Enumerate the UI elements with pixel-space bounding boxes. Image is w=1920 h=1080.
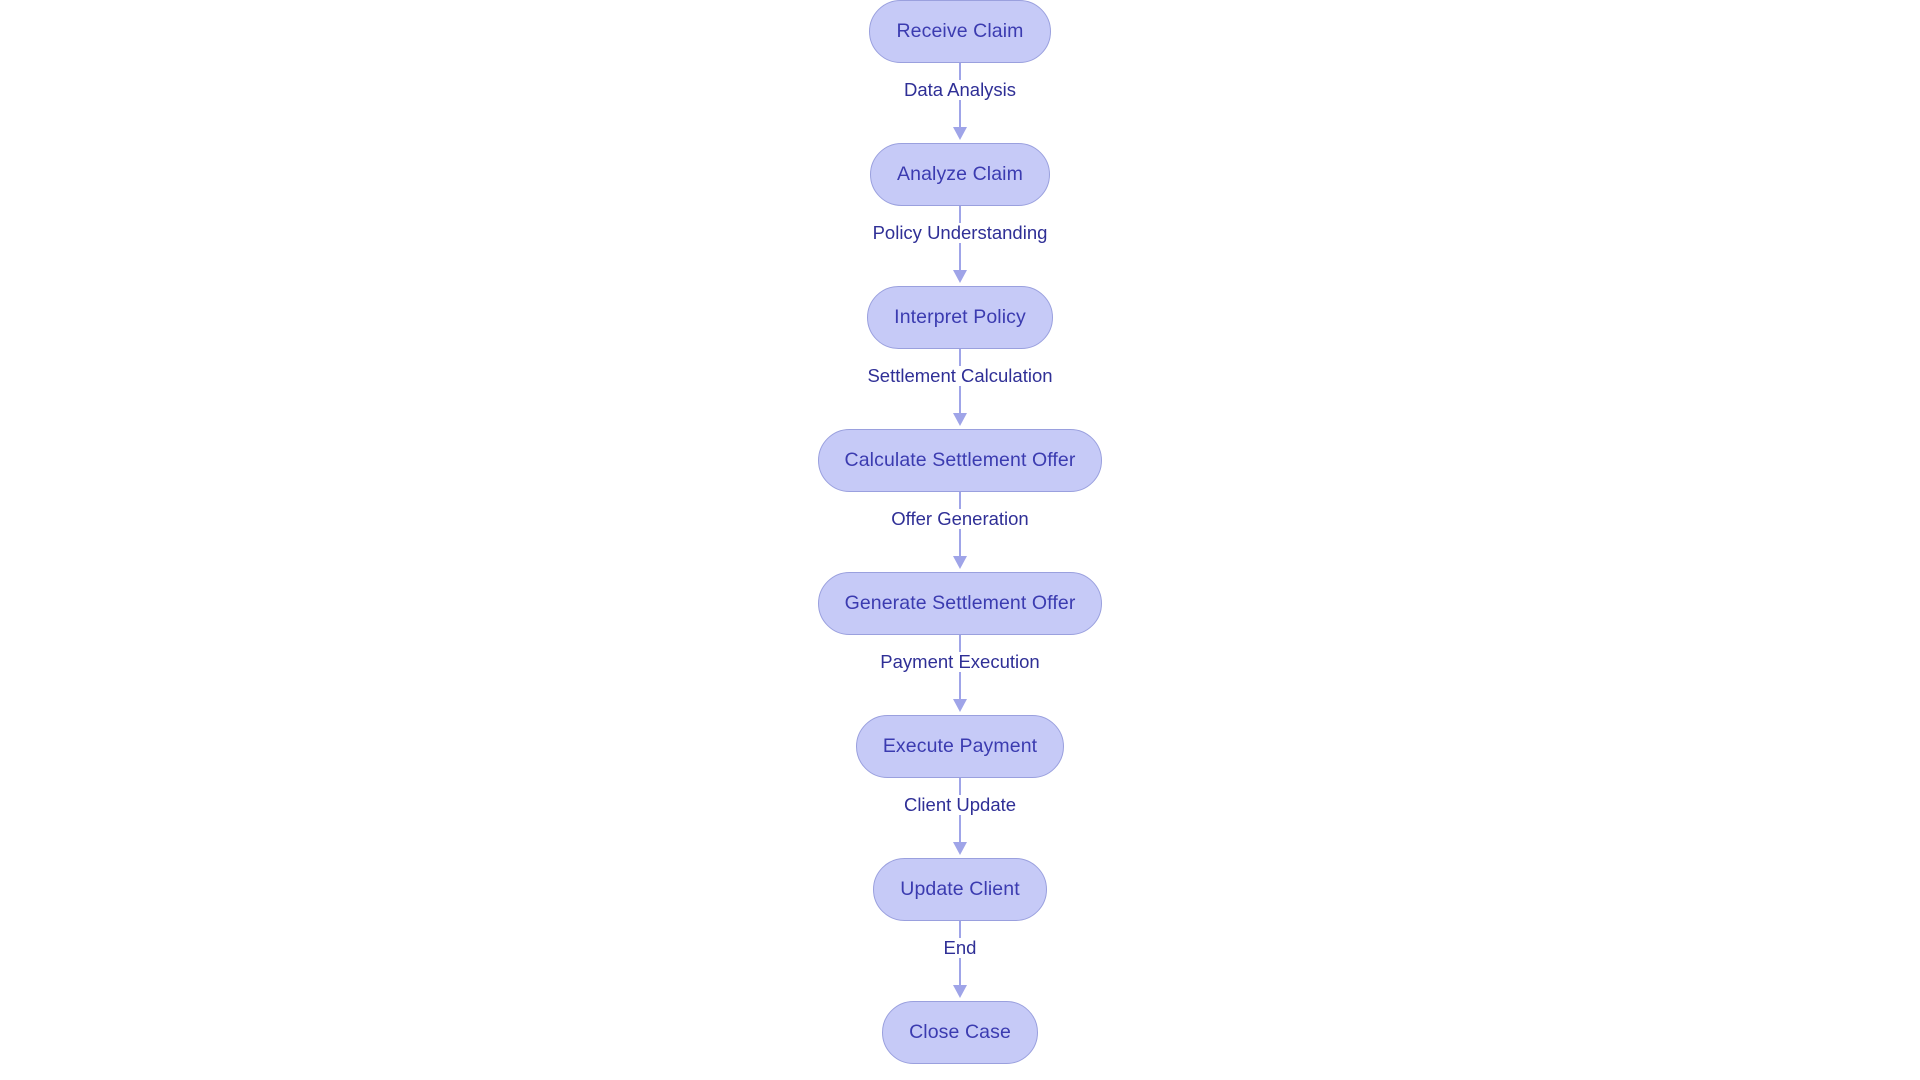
flow-edge-update-client-to-close-case: End	[800, 921, 1120, 1001]
flow-node-execute-payment[interactable]: Execute Payment	[855, 715, 1065, 778]
flow-node-label: Execute Payment	[882, 734, 1038, 757]
arrow-down-icon	[953, 985, 967, 998]
flow-edge-execute-payment-to-update-client: Client Update	[800, 778, 1120, 858]
flow-edge-analyze-claim-to-interpret-policy: Policy Understanding	[800, 206, 1120, 286]
edge-label: Payment Execution	[873, 651, 1047, 673]
flow-node-label: Generate Settlement Offer	[844, 591, 1076, 614]
edge-label: Offer Generation	[884, 508, 1036, 530]
flow-node-interpret-policy[interactable]: Interpret Policy	[867, 286, 1053, 349]
flow-node-label: Calculate Settlement Offer	[844, 448, 1076, 471]
flow-node-receive-claim[interactable]: Receive Claim	[869, 0, 1051, 63]
flow-node-generate-settlement-offer[interactable]: Generate Settlement Offer	[817, 572, 1103, 635]
arrow-down-icon	[953, 127, 967, 140]
flow-node-analyze-claim[interactable]: Analyze Claim	[870, 143, 1050, 206]
flowchart-canvas: Receive Claim Data Analysis Analyze Clai…	[0, 0, 1920, 1080]
flow-edge-receive-claim-to-analyze-claim: Data Analysis	[800, 63, 1120, 143]
flow-node-calculate-settlement-offer[interactable]: Calculate Settlement Offer	[817, 429, 1103, 492]
edge-label: Data Analysis	[896, 79, 1024, 101]
arrow-down-icon	[953, 413, 967, 426]
flowchart-node-column: Receive Claim Data Analysis Analyze Clai…	[0, 0, 1920, 1080]
flow-edge-calculate-settlement-offer-to-generate-settlement-offer: Offer Generation	[800, 492, 1120, 572]
flow-edge-generate-settlement-offer-to-execute-payment: Payment Execution	[800, 635, 1120, 715]
flow-edge-interpret-policy-to-calculate-settlement-offer: Settlement Calculation	[800, 349, 1120, 429]
arrow-down-icon	[953, 699, 967, 712]
arrow-down-icon	[953, 842, 967, 855]
edge-label: End	[936, 937, 984, 959]
flow-node-label: Receive Claim	[896, 19, 1024, 42]
flow-node-close-case[interactable]: Close Case	[882, 1001, 1038, 1064]
flow-node-label: Close Case	[909, 1020, 1011, 1043]
flow-node-label: Interpret Policy	[894, 305, 1026, 328]
arrow-down-icon	[953, 556, 967, 569]
flow-node-update-client[interactable]: Update Client	[873, 858, 1047, 921]
edge-label: Policy Understanding	[865, 222, 1055, 244]
edge-label: Settlement Calculation	[860, 365, 1060, 387]
arrow-down-icon	[953, 270, 967, 283]
edge-label: Client Update	[896, 794, 1024, 816]
flow-node-label: Analyze Claim	[897, 162, 1023, 185]
flow-node-label: Update Client	[900, 877, 1020, 900]
